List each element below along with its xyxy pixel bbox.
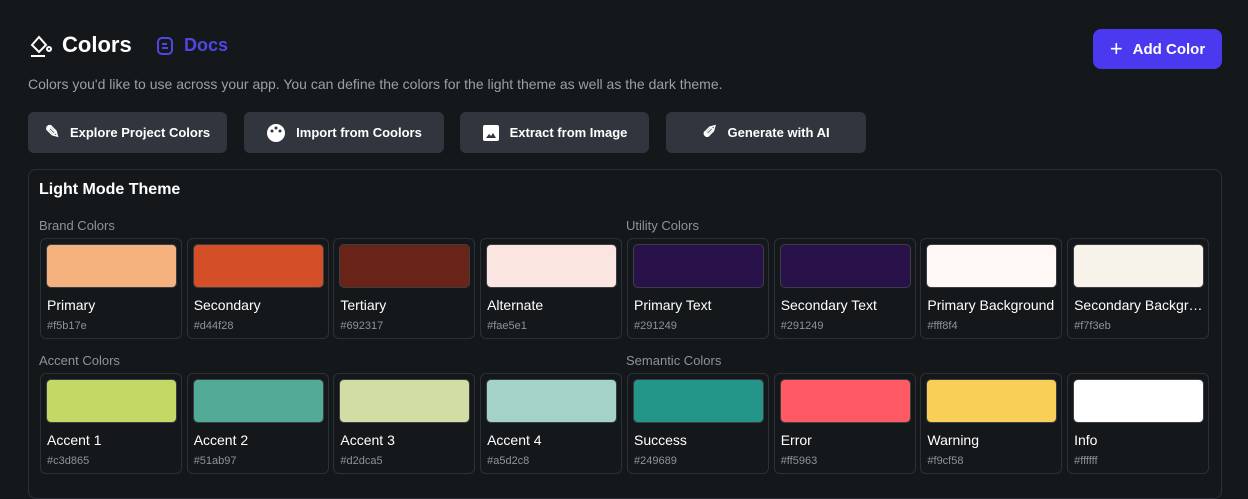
page-description: Colors you'd like to use across your app… [28, 76, 723, 92]
document-icon [157, 36, 173, 55]
color-name: Accent 1 [47, 432, 102, 448]
color-hex: #f9cf58 [927, 455, 964, 467]
ai-draw-icon: ✐ [702, 122, 718, 142]
color-hex: #ffffff [1074, 455, 1098, 467]
color-swatch[interactable] [633, 379, 764, 423]
page-title: Colors [28, 32, 132, 58]
color-swatch[interactable] [486, 379, 618, 423]
color-swatch[interactable] [779, 379, 911, 423]
color-card[interactable]: Tertiary #692317 [333, 238, 476, 339]
color-swatch[interactable] [926, 244, 1058, 288]
color-hex: #f7f3eb [1074, 320, 1111, 332]
color-name: Error [780, 432, 812, 448]
color-swatch[interactable] [779, 244, 911, 288]
color-swatch[interactable] [192, 379, 324, 423]
color-name: Info [1074, 432, 1098, 448]
color-card[interactable]: Secondary Background #f7f3eb [1067, 238, 1210, 339]
color-name: Accent 3 [340, 432, 395, 448]
color-card[interactable]: Accent 2 #51ab97 [186, 373, 329, 474]
color-swatch[interactable] [633, 244, 764, 288]
color-swatch[interactable] [1073, 244, 1205, 288]
color-name: Secondary [193, 297, 261, 313]
color-name: Primary [47, 297, 96, 313]
docs-link[interactable]: Docs [156, 35, 228, 56]
color-name: Accent 2 [193, 432, 249, 448]
tools-icon: ✎ [44, 122, 60, 142]
image-icon [482, 124, 499, 141]
color-swatch[interactable] [46, 379, 177, 423]
explore-project-colors-button[interactable]: ✎ Explore Project Colors [28, 112, 227, 153]
color-name: Tertiary [340, 297, 387, 313]
color-swatch[interactable] [339, 244, 471, 288]
color-hex: #291249 [780, 320, 824, 332]
color-swatch[interactable] [486, 244, 618, 288]
color-card[interactable]: Accent 3 #d2dca5 [333, 373, 476, 474]
color-card[interactable]: Info #ffffff [1067, 373, 1210, 474]
section-label: Brand Colors [39, 218, 115, 233]
color-hex: #f5b17e [47, 320, 87, 332]
color-name: Warning [927, 432, 980, 448]
color-card[interactable]: Error #ff5963 [773, 373, 916, 474]
color-hex: #d2dca5 [340, 455, 383, 467]
panel-title: Light Mode Theme [39, 181, 181, 198]
color-card[interactable]: Alternate #fae5e1 [480, 238, 623, 339]
section-label: Semantic Colors [626, 353, 722, 368]
section-label: Utility Colors [626, 218, 699, 233]
color-card[interactable]: Success #249689 [627, 373, 769, 474]
color-card[interactable]: Primary Text #291249 [627, 238, 769, 339]
color-card[interactable]: Primary Background #fff8f4 [920, 238, 1063, 339]
color-name: Primary Background [927, 297, 1055, 313]
color-swatch[interactable] [192, 244, 324, 288]
color-swatch[interactable] [46, 244, 177, 288]
color-swatch[interactable] [1073, 379, 1205, 423]
color-hex: #d44f28 [193, 320, 234, 332]
color-card[interactable]: Secondary #d44f28 [186, 238, 329, 339]
color-swatch[interactable] [339, 379, 471, 423]
plus-icon: + [1109, 36, 1123, 61]
section-label: Accent Colors [39, 353, 120, 368]
color-name: Alternate [487, 297, 544, 313]
color-hex: #a5d2c8 [487, 455, 530, 467]
color-hex: #291249 [634, 320, 677, 332]
color-name: Secondary Background [1074, 297, 1207, 313]
color-name: Secondary Text [780, 297, 877, 313]
generate-with-ai-button[interactable]: ✐ Generate with AI [666, 112, 866, 153]
color-card[interactable]: Accent 1 #c3d865 [40, 373, 182, 474]
color-hex: #fff8f4 [927, 320, 958, 332]
color-hex: #51ab97 [193, 455, 237, 467]
color-card[interactable]: Secondary Text #291249 [773, 238, 916, 339]
color-swatch[interactable] [926, 379, 1058, 423]
color-hex: #249689 [634, 455, 677, 467]
extract-from-image-button[interactable]: Extract from Image [460, 112, 649, 153]
color-hex: #fae5e1 [487, 320, 527, 332]
add-color-button[interactable]: + Add Color [1093, 29, 1222, 69]
color-card[interactable]: Warning #f9cf58 [920, 373, 1063, 474]
color-card[interactable]: Accent 4 #a5d2c8 [480, 373, 623, 474]
color-hex: #c3d865 [47, 455, 90, 467]
palette-icon [267, 123, 286, 142]
paint-bucket-icon [30, 35, 52, 57]
color-card[interactable]: Primary #f5b17e [40, 238, 182, 339]
color-name: Primary Text [634, 297, 712, 313]
color-name: Accent 4 [487, 432, 542, 448]
color-hex: #692317 [340, 320, 384, 332]
color-name: Success [634, 432, 687, 448]
import-from-coolors-button[interactable]: Import from Coolors [244, 112, 444, 153]
color-hex: #ff5963 [780, 455, 818, 467]
